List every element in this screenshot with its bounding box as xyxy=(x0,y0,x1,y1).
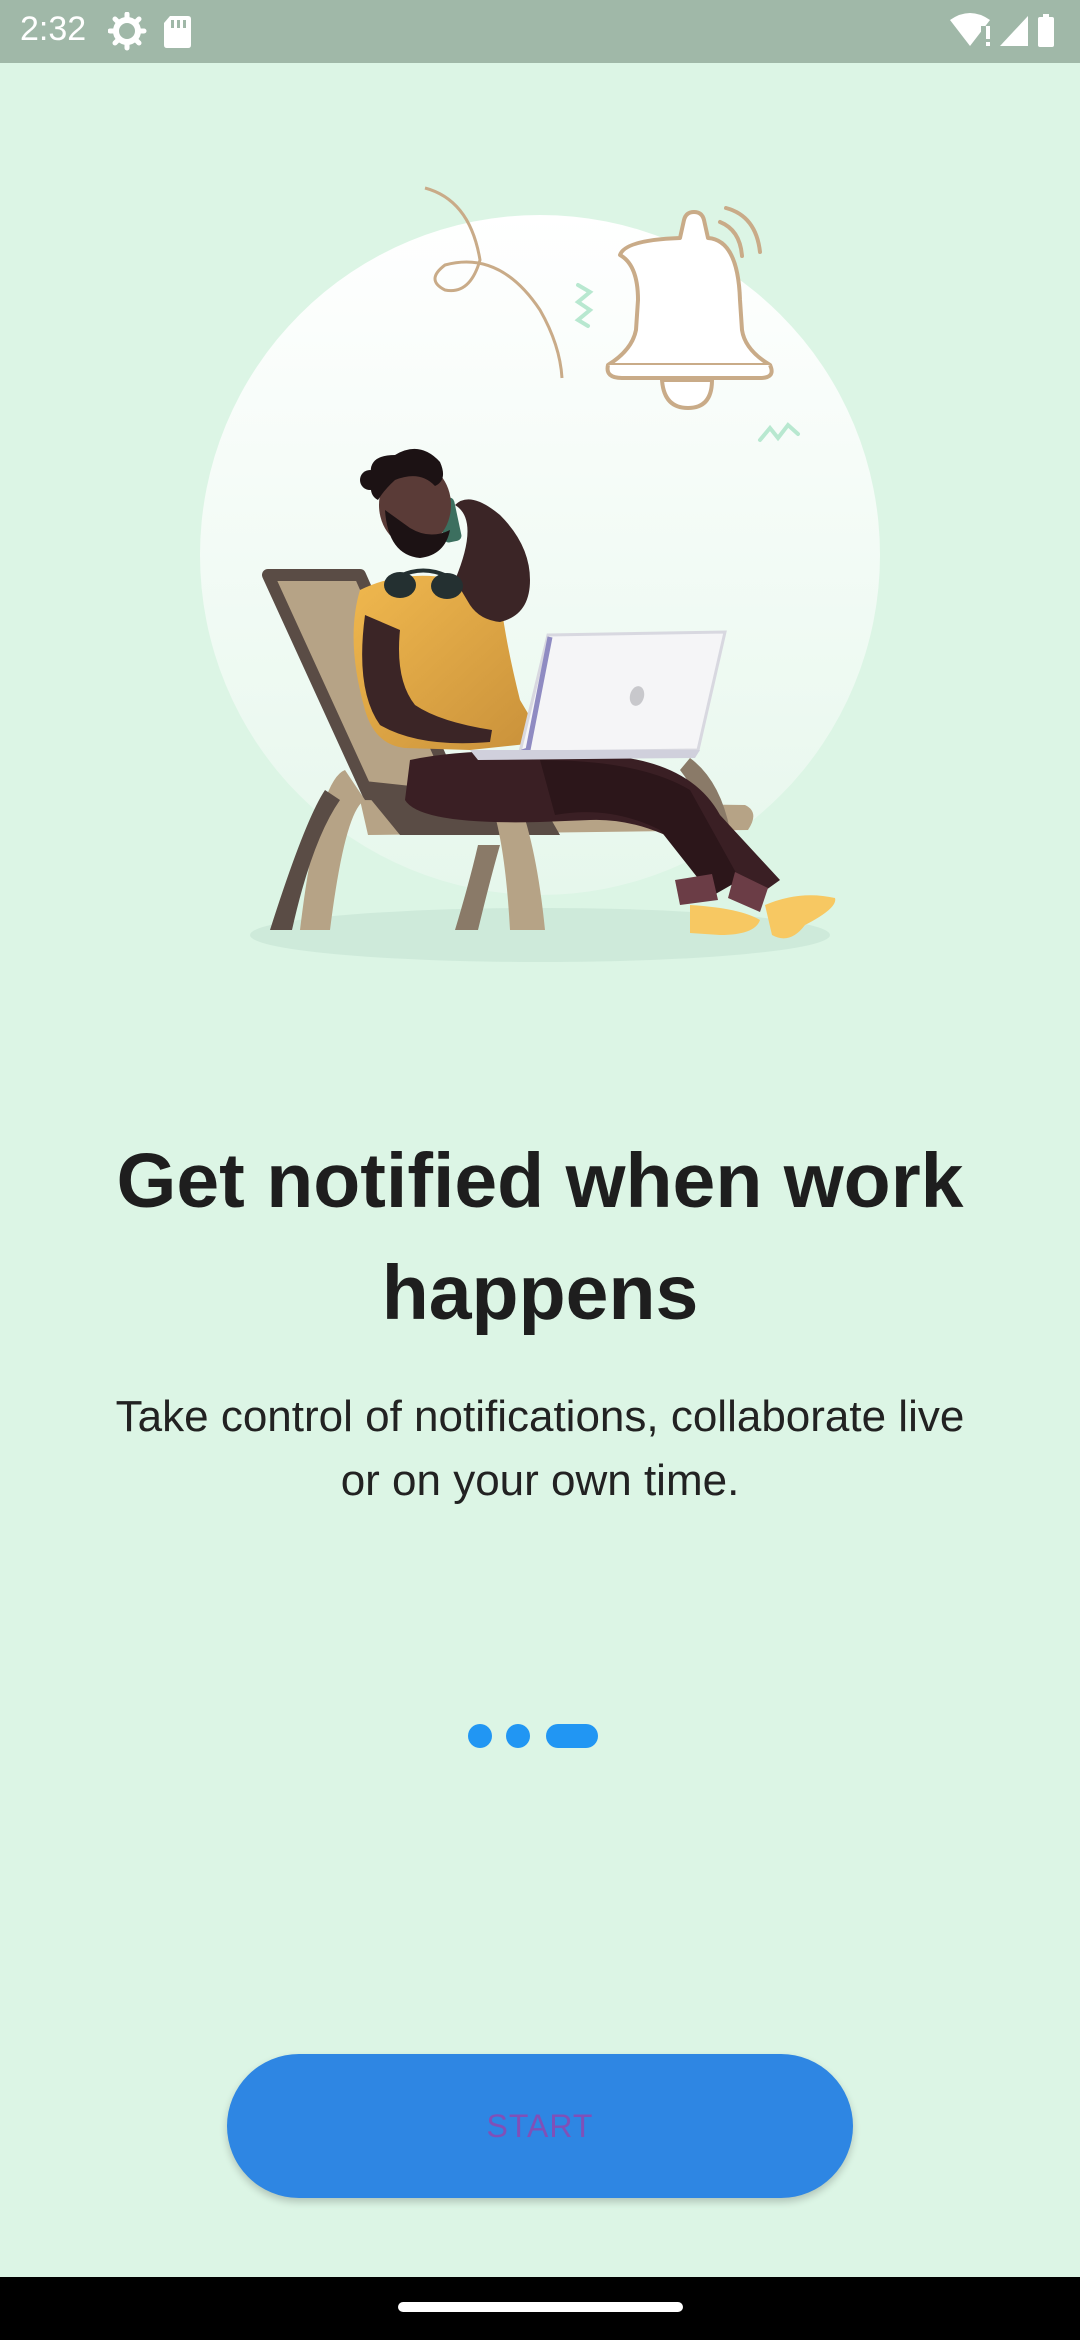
onboarding-subtitle: Take control of notifications, collabora… xyxy=(115,1392,965,1505)
home-gesture-handle[interactable] xyxy=(398,2302,683,2312)
battery-icon xyxy=(1038,14,1054,47)
page-dot-2[interactable] xyxy=(506,1724,530,1748)
onboarding-illustration xyxy=(0,63,1080,1023)
status-left-icons xyxy=(107,11,198,57)
sd-card-icon xyxy=(164,16,191,48)
status-time: 2:32 xyxy=(20,10,87,48)
status-right-icons xyxy=(950,12,1060,57)
page-dot-3-active[interactable] xyxy=(546,1724,598,1748)
wifi-icon xyxy=(950,13,990,46)
settings-gear-icon xyxy=(107,11,147,51)
start-button[interactable]: START xyxy=(227,2054,853,2198)
page-dot-1[interactable] xyxy=(468,1724,492,1748)
signal-icon xyxy=(1000,16,1028,46)
onboarding-title: Get notified when work happens xyxy=(116,1138,964,1336)
status-bar: 2:32 xyxy=(0,0,1080,63)
